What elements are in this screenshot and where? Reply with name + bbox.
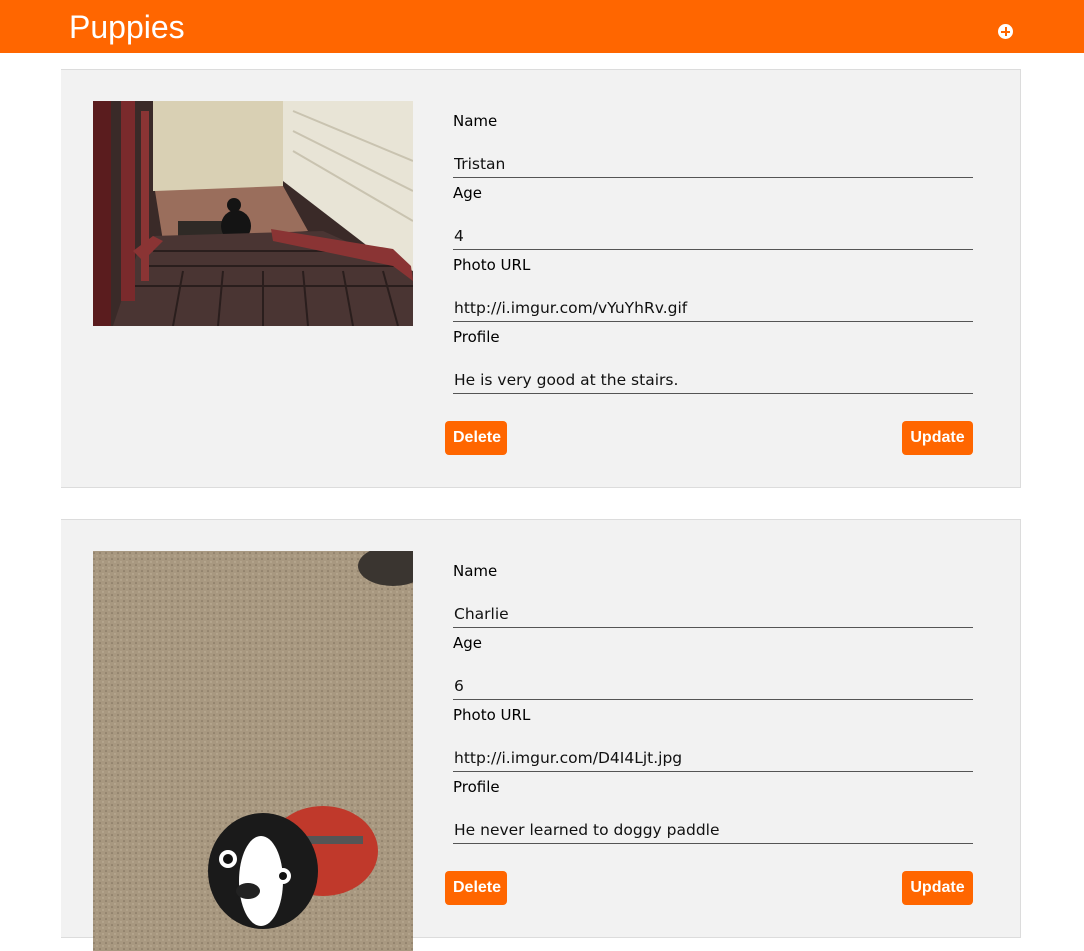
puppy-form: Name Age Photo URL Profile: [453, 560, 973, 848]
profile-label: Profile: [453, 778, 500, 796]
age-label: Age: [453, 184, 483, 202]
profile-field[interactable]: [453, 362, 973, 394]
delete-button[interactable]: Delete: [445, 421, 507, 455]
app-title: Puppies: [69, 9, 185, 45]
puppy-form: Name Age Photo URL Profile: [453, 110, 973, 398]
add-puppy-icon[interactable]: [998, 24, 1013, 39]
profile-label: Profile: [453, 328, 500, 346]
photo-url-label: Photo URL: [453, 256, 531, 274]
puppy-card: Name Age Photo URL Profile Delete Update: [61, 69, 1021, 488]
puppy-photo: [93, 551, 413, 951]
name-field[interactable]: [453, 146, 973, 178]
age-field[interactable]: [453, 668, 973, 700]
puppy-photo: [93, 101, 413, 326]
photo-url-label: Photo URL: [453, 706, 531, 724]
name-label: Name: [453, 112, 498, 130]
photo-url-field[interactable]: [453, 290, 973, 322]
app-header: Puppies: [0, 0, 1084, 53]
profile-field[interactable]: [453, 812, 973, 844]
name-label: Name: [453, 562, 498, 580]
update-button[interactable]: Update: [902, 421, 973, 455]
age-field[interactable]: [453, 218, 973, 250]
photo-url-field[interactable]: [453, 740, 973, 772]
age-label: Age: [453, 634, 483, 652]
name-field[interactable]: [453, 596, 973, 628]
puppy-card: Name Age Photo URL Profile Delete Update: [61, 519, 1021, 951]
